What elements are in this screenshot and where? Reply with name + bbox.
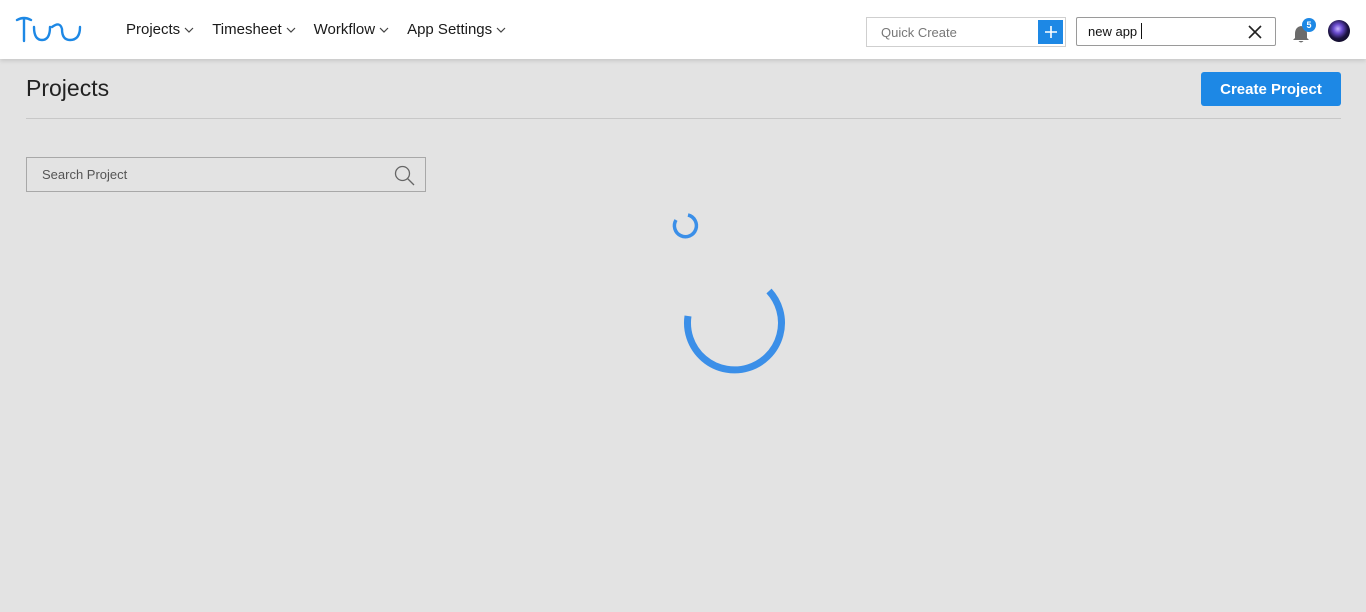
nav-app-settings[interactable]: App Settings: [407, 21, 506, 38]
page-title: Projects: [26, 75, 110, 101]
avatar[interactable]: [1328, 20, 1350, 42]
logo-icon[interactable]: [14, 15, 84, 45]
global-search-value: new app: [1088, 24, 1138, 39]
chevron-down-icon: [184, 27, 194, 33]
global-search-input[interactable]: new app: [1076, 17, 1276, 46]
top-navbar: Projects Timesheet Workflow App Settings…: [0, 0, 1366, 59]
spinner-icon: [684, 288, 785, 374]
nav-projects[interactable]: Projects: [126, 21, 194, 38]
nav-workflow-label: Workflow: [313, 21, 376, 38]
notification-badge: 5: [1302, 18, 1316, 32]
search-icon[interactable]: [394, 165, 415, 186]
nav-timesheet-label: Timesheet: [212, 21, 282, 38]
spinner-icon: [672, 213, 699, 239]
project-search-input[interactable]: [27, 158, 377, 191]
chevron-down-icon: [286, 27, 296, 33]
nav-app-settings-label: App Settings: [407, 21, 493, 38]
chevron-down-icon: [379, 27, 389, 33]
nav-projects-label: Projects: [126, 21, 181, 38]
quick-create-box: [866, 17, 1066, 47]
divider: [26, 118, 1341, 119]
quick-create-button[interactable]: [1038, 20, 1063, 44]
quick-create-input[interactable]: [867, 18, 1035, 46]
close-icon[interactable]: [1247, 24, 1263, 40]
chevron-down-icon: [496, 27, 506, 33]
plus-icon: [1044, 26, 1057, 38]
nav-workflow[interactable]: Workflow: [314, 21, 389, 38]
project-search-box: [26, 157, 426, 192]
text-caret: [1141, 23, 1142, 39]
nav-timesheet[interactable]: Timesheet: [212, 21, 296, 38]
main-nav: Projects Timesheet Workflow App Settings: [126, 0, 524, 59]
create-project-button[interactable]: Create Project: [1201, 72, 1341, 106]
